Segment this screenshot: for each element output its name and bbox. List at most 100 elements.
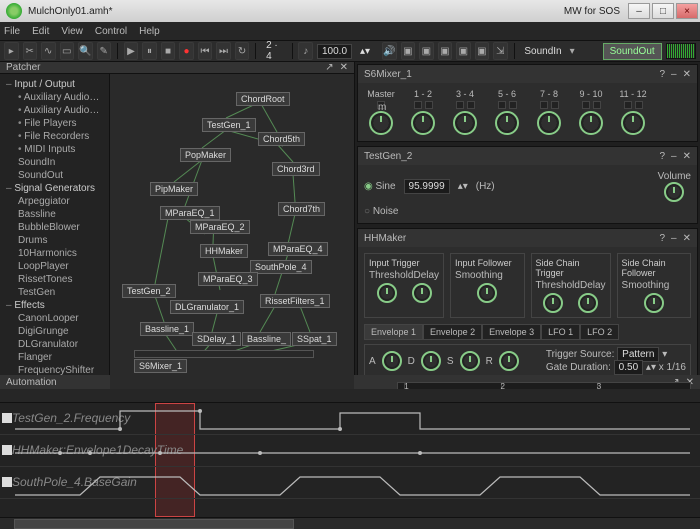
tree-item[interactable]: File Players	[0, 117, 109, 130]
metronome-icon[interactable]: ♪	[298, 42, 313, 60]
node-mparaeq4[interactable]: MParaEQ_4	[268, 242, 328, 256]
threshold-knob[interactable]	[377, 283, 397, 303]
mute-button[interactable]	[582, 101, 590, 109]
tree-item[interactable]: Bassline	[0, 208, 109, 221]
automation-ruler[interactable]	[0, 389, 700, 403]
channel-knob[interactable]	[453, 111, 477, 135]
maximize-button[interactable]: □	[652, 3, 674, 19]
skip-back-button[interactable]: ⏮	[198, 42, 213, 60]
tree-item[interactable]: CanonLooper	[0, 312, 109, 325]
automation-lane[interactable]: HHMaker:Envelope1DecayTime	[0, 435, 700, 467]
tree-item[interactable]: Drums	[0, 234, 109, 247]
tree-item[interactable]: MIDI Inputs	[0, 143, 109, 156]
play-button[interactable]: ▶	[124, 42, 139, 60]
tree-group-io[interactable]: Input / Output	[0, 78, 109, 91]
delay-knob[interactable]	[412, 283, 432, 303]
node-rissetfilters1[interactable]: RissetFilters_1	[260, 294, 330, 308]
soundout-button[interactable]: SoundOut	[603, 43, 662, 60]
env-s-knob[interactable]	[460, 351, 480, 371]
soundin-label[interactable]: SoundIn	[520, 46, 565, 57]
automation-lane[interactable]: TestGen_2.Frequency	[0, 403, 700, 435]
record-button[interactable]: ●	[179, 42, 194, 60]
radio-sine[interactable]: Sine	[364, 181, 396, 192]
help-icon[interactable]: ?	[659, 151, 665, 162]
node-dlgranulator1[interactable]: DLGranulator_1	[170, 300, 244, 314]
panel5-icon[interactable]: ▣	[475, 42, 490, 60]
node-mparaeq3[interactable]: MParaEQ_3	[198, 272, 258, 286]
arrow-icon[interactable]: ▸	[4, 42, 19, 60]
solo-button[interactable]	[593, 101, 601, 109]
tab-envelope2[interactable]: Envelope 2	[423, 324, 482, 340]
skip-fwd-button[interactable]: ⏭	[216, 42, 231, 60]
mixer-ports[interactable]	[134, 350, 314, 358]
node-mparaeq1[interactable]: MParaEQ_1	[160, 206, 220, 220]
tab-envelope3[interactable]: Envelope 3	[482, 324, 541, 340]
expand-icon[interactable]: ⇲	[493, 42, 508, 60]
automation-lane[interactable]: SouthPole_4.BaseGain	[0, 467, 700, 499]
node-chord5th[interactable]: Chord5th	[258, 132, 305, 146]
node-bassline1[interactable]: Bassline_1	[140, 322, 194, 336]
panel3-icon[interactable]: ▣	[438, 42, 453, 60]
automation-body[interactable]: TestGen_2.Frequency HHMaker:Envelope1Dec…	[0, 389, 700, 517]
close-icon[interactable]: ✕	[683, 69, 691, 80]
node-popmaker[interactable]: PopMaker	[180, 148, 231, 162]
env-r-knob[interactable]	[499, 351, 519, 371]
spin-up[interactable]: ▴▾	[356, 46, 374, 57]
tree-item[interactable]: SoundOut	[0, 169, 109, 182]
eraser-icon[interactable]: ▭	[60, 42, 75, 60]
solo-button[interactable]	[509, 101, 517, 109]
tree-item[interactable]: Arpeggiator	[0, 195, 109, 208]
tree-item[interactable]: Auxiliary Audio…	[0, 104, 109, 117]
scissors-icon[interactable]: ✂	[23, 42, 38, 60]
min-icon[interactable]: –	[671, 233, 677, 244]
node-s6mixer1[interactable]: S6Mixer_1	[134, 359, 187, 373]
help-icon[interactable]: ?	[659, 69, 665, 80]
node-hhmaker[interactable]: HHMaker	[200, 244, 248, 258]
master-knob[interactable]	[369, 111, 393, 135]
node-bassline[interactable]: Bassline_	[242, 332, 291, 346]
speaker-icon[interactable]: 🔊	[382, 42, 397, 60]
node-chord7th[interactable]: Chord7th	[278, 202, 325, 216]
node-sdelay1[interactable]: SDelay_1	[192, 332, 241, 346]
menu-help[interactable]: Help	[139, 26, 160, 37]
solo-button[interactable]	[467, 101, 475, 109]
channel-knob[interactable]	[579, 111, 603, 135]
tab-envelope1[interactable]: Envelope 1	[364, 324, 423, 340]
panel4-icon[interactable]: ▣	[456, 42, 471, 60]
smoothing-knob[interactable]	[477, 283, 497, 303]
panel2-icon[interactable]: ▣	[419, 42, 434, 60]
tree-item[interactable]: RissetTones	[0, 273, 109, 286]
node-sspat1[interactable]: SSpat_1	[292, 332, 337, 346]
panel1-icon[interactable]: ▣	[401, 42, 416, 60]
tab-lfo1[interactable]: LFO 1	[541, 324, 580, 340]
gate-duration-input[interactable]: 0.50	[614, 360, 643, 375]
delay-knob[interactable]	[578, 293, 598, 313]
solo-button[interactable]	[635, 101, 643, 109]
tree-item[interactable]: BubbleBlower	[0, 221, 109, 234]
node-mparaeq2[interactable]: MParaEQ_2	[190, 220, 250, 234]
node-pipmaker[interactable]: PipMaker	[150, 182, 198, 196]
tree-item[interactable]: Flanger	[0, 351, 109, 364]
tree-item[interactable]: TestGen	[0, 286, 109, 299]
tree-item[interactable]: 10Harmonics	[0, 247, 109, 260]
channel-knob[interactable]	[495, 111, 519, 135]
mute-label[interactable]: m	[377, 101, 385, 109]
mute-button[interactable]	[624, 101, 632, 109]
menu-control[interactable]: Control	[95, 26, 127, 37]
close-icon[interactable]: ✕	[683, 233, 691, 244]
tree-group-fx[interactable]: Effects	[0, 299, 109, 312]
min-icon[interactable]: –	[671, 69, 677, 80]
mute-button[interactable]	[498, 101, 506, 109]
tree-item[interactable]: Auxiliary Audio…	[0, 91, 109, 104]
env-a-knob[interactable]	[382, 351, 402, 371]
menu-file[interactable]: File	[4, 26, 20, 37]
solo-button[interactable]	[425, 101, 433, 109]
automation-scrollbar[interactable]	[0, 517, 700, 529]
minimize-button[interactable]: –	[628, 3, 650, 19]
freq-input[interactable]: 95.9999	[404, 179, 450, 194]
mute-button[interactable]	[456, 101, 464, 109]
draw-icon[interactable]: ✎	[97, 42, 112, 60]
close-button[interactable]: ×	[676, 3, 698, 19]
tree-item[interactable]: File Recorders	[0, 130, 109, 143]
channel-knob[interactable]	[411, 111, 435, 135]
